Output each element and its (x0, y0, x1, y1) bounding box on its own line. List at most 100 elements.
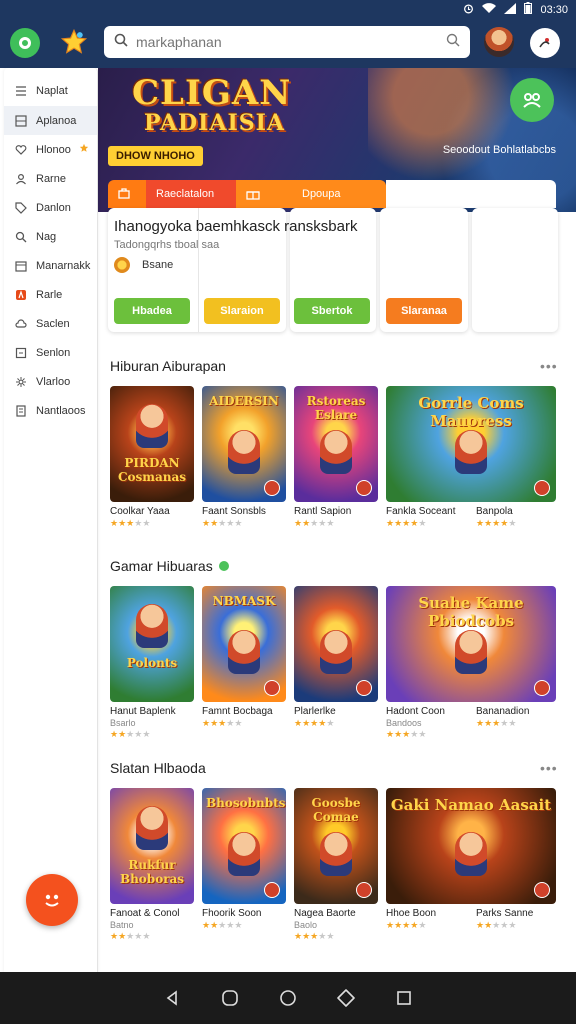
game-title[interactable]: Banpola (476, 506, 556, 517)
home-icon[interactable] (278, 988, 298, 1008)
game-thumbnail[interactable]: Goosbe Comae (294, 788, 378, 904)
star-icon: ★ (302, 931, 311, 941)
game-thumbnail[interactable]: Rstoreas Eslare (294, 386, 378, 502)
sidebar-item-7[interactable]: Rarle (4, 280, 97, 309)
sidebar-item-11[interactable]: Nantlaoos (4, 396, 97, 425)
promo-tab-gift-icon[interactable] (236, 180, 292, 208)
doc-icon (14, 404, 28, 418)
search-input[interactable] (136, 34, 446, 50)
promo-title: Ihanogyoka baemhkasck ransksbark (114, 218, 358, 235)
sidebar-item-8[interactable]: Saclen (4, 309, 97, 338)
sidebar-item-2[interactable]: Hlonoo (4, 135, 97, 164)
character-art (320, 832, 352, 876)
game-title[interactable]: Bananadion (476, 706, 556, 717)
sidebar-item-label: Naplat (36, 85, 68, 97)
game-card[interactable]: NBMASK Famnt Bocbaga ★★★★★ (202, 586, 286, 729)
star-icon: ★ (110, 931, 119, 941)
game-art-title: Polonts (126, 656, 178, 670)
game-title[interactable]: Nagea Baorte (294, 908, 378, 919)
more-options-icon[interactable]: ••• (540, 760, 558, 776)
profile-menu-icon[interactable] (530, 28, 560, 58)
hero-title-line2: PADIAISIA (144, 110, 285, 136)
game-thumbnail[interactable]: AIDERSIN (202, 386, 286, 502)
rating-stars: ★★★★★ (202, 518, 286, 529)
sidebar-item-1[interactable]: Aplanoa (4, 106, 97, 135)
game-card[interactable]: Parks Sanne ★★★★★ (476, 904, 556, 944)
game-thumbnail[interactable]: Gorrle Coms Mauoress (386, 386, 556, 502)
more-options-icon[interactable]: ••• (540, 358, 558, 374)
game-title[interactable]: Hadont Coon (386, 706, 472, 717)
assistant-icon[interactable] (220, 988, 240, 1008)
game-title[interactable]: Famnt Bocbaga (202, 706, 286, 717)
game-thumbnail[interactable]: Bhosobnbts (202, 788, 286, 904)
search-icon (14, 230, 28, 244)
back-icon[interactable] (162, 988, 182, 1008)
game-art-title: Rstoreas Eslare (306, 394, 366, 422)
star-icon: ★ (476, 518, 485, 528)
game-card[interactable]: Bhosobnbts Fhoorik Soon ★★★★★ (202, 788, 286, 931)
promo-button-4[interactable]: Slaranaa (386, 298, 462, 324)
star-badge-icon (79, 143, 89, 156)
star-icon: ★ (394, 518, 403, 528)
game-thumbnail[interactable]: PIRDAN Cosmanas (110, 386, 194, 502)
promo-tab-icon[interactable] (108, 180, 146, 208)
promo-tab-2[interactable]: Dpoupa (292, 180, 386, 208)
sidebar-item-6[interactable]: Manarnakk (4, 251, 97, 280)
sidebar-item-10[interactable]: Vlarloo (4, 367, 97, 396)
game-title[interactable]: Faant Sonsbls (202, 506, 286, 517)
hero-share-icon[interactable] (510, 78, 554, 122)
search-bar[interactable] (104, 26, 470, 58)
promo-tab-1[interactable]: Raeclatalon (146, 180, 236, 208)
hero-cta-button[interactable]: DHOW NHOHO (108, 146, 203, 166)
game-thumbnail[interactable]: NBMASK (202, 586, 286, 702)
promo-button-2[interactable]: Slaraion (204, 298, 280, 324)
rating-stars: ★★★★★ (110, 729, 194, 740)
avatar[interactable] (484, 27, 514, 57)
game-title[interactable]: Hhoe Boon (386, 908, 472, 919)
promo-subtitle: Tadongqrhs tboal saa (114, 239, 220, 251)
game-title[interactable]: Fankla Soceant (386, 506, 472, 517)
game-card[interactable]: Bananadion ★★★★★ (476, 702, 556, 742)
floating-action-button[interactable] (26, 874, 78, 926)
search-submit-icon[interactable] (446, 33, 460, 52)
screenshot-icon[interactable] (336, 988, 356, 1008)
recents-icon[interactable] (394, 988, 414, 1008)
game-title[interactable]: Coolkar Yaaa (110, 506, 194, 517)
game-card[interactable]: Plarlerlke ★★★★★ (294, 586, 378, 729)
sidebar-item-label: Vlarloo (36, 375, 71, 388)
promo-card-5[interactable] (472, 208, 558, 332)
sidebar-item-9[interactable]: Senlon (4, 338, 97, 367)
game-card[interactable]: Goosbe Comae Nagea Baorte Baolo ★★★★★ (294, 788, 378, 942)
star-icon[interactable] (58, 26, 90, 58)
star-icon: ★ (202, 920, 211, 930)
sidebar-item-5[interactable]: Nag (4, 222, 97, 251)
game-title[interactable]: Parks Sanne (476, 908, 556, 919)
game-card[interactable]: Polonts Hanut Baplenk Bsarlo ★★★★★ (110, 586, 194, 740)
sidebar-item-3[interactable]: Rarne (4, 164, 97, 193)
promo-button-3[interactable]: Sbertok (294, 298, 370, 324)
sidebar-item-0[interactable]: Naplat (4, 76, 97, 106)
app-logo-icon[interactable] (10, 28, 40, 58)
game-thumbnail[interactable]: Polonts (110, 586, 194, 702)
sidebar-item-4[interactable]: Danlon (4, 193, 97, 222)
rating-stars: ★★★★★ (294, 718, 378, 729)
game-card[interactable]: Banpola ★★★★★ (476, 502, 556, 542)
game-title[interactable]: Rantl Sapion (294, 506, 378, 517)
game-thumbnail[interactable]: Suahe Kame Pbiodcobs (386, 586, 556, 702)
game-thumbnail[interactable]: Gaki Namao Aasait (386, 788, 556, 904)
game-card[interactable]: AIDERSIN Faant Sonsbls ★★★★★ (202, 386, 286, 529)
game-card[interactable]: PIRDAN Cosmanas Coolkar Yaaa ★★★★★ (110, 386, 194, 529)
game-badge-icon (356, 882, 372, 898)
box-icon (14, 346, 28, 360)
promo-button-1[interactable]: Hbadea (114, 298, 190, 324)
game-card[interactable]: Rstoreas Eslare Rantl Sapion ★★★★★ (294, 386, 378, 529)
game-card[interactable]: Rukfur Bhoboras Fanoat & Conol Batno ★★★★★ (110, 788, 194, 942)
game-thumbnail[interactable]: Rukfur Bhoboras (110, 788, 194, 904)
game-title[interactable]: Fanoat & Conol (110, 908, 194, 919)
game-title[interactable]: Fhoorik Soon (202, 908, 286, 919)
game-title[interactable]: Plarlerlke (294, 706, 378, 717)
game-thumbnail[interactable] (294, 586, 378, 702)
game-art-title: AIDERSIN (209, 394, 279, 408)
game-title[interactable]: Hanut Baplenk (110, 706, 194, 717)
fire-icon (14, 288, 28, 302)
